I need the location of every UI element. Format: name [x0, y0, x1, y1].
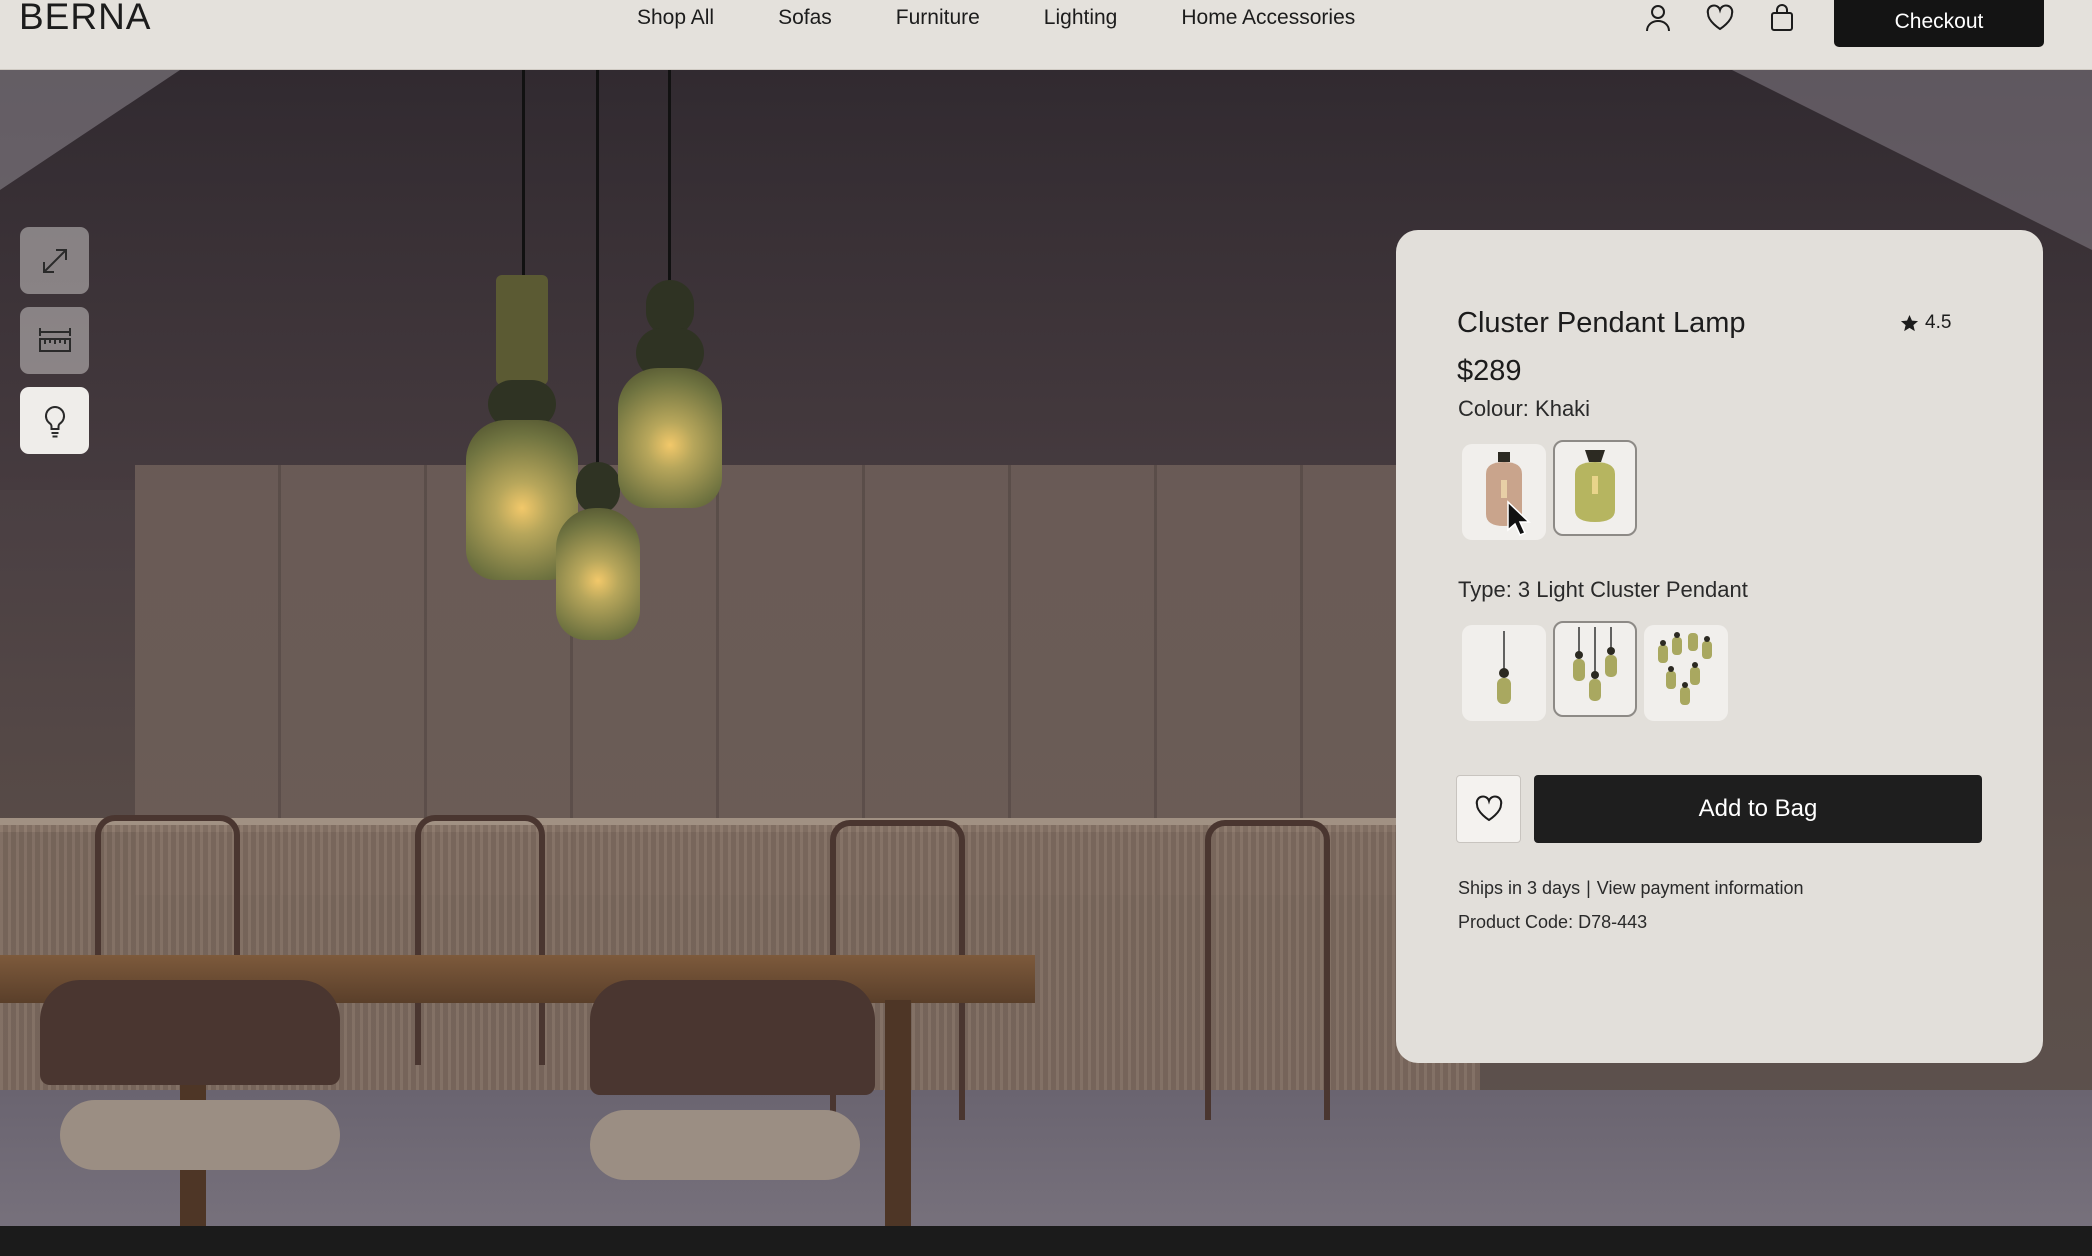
nav-shop-all[interactable]: Shop All — [637, 6, 714, 30]
ships-text: Ships in 3 days — [1458, 878, 1581, 898]
star-icon — [1900, 314, 1919, 331]
product-code: Product Code: D78-443 — [1458, 912, 1648, 932]
add-to-wishlist-button[interactable] — [1456, 775, 1521, 843]
scene-stool — [1205, 820, 1330, 1120]
checkout-button[interactable]: Checkout — [1834, 0, 2044, 47]
main-nav: Shop All Sofas Furniture Lighting Home A… — [637, 6, 1355, 30]
ruler-icon — [38, 327, 71, 352]
wishlist-heart-icon[interactable] — [1703, 0, 1737, 36]
nav-sofas[interactable]: Sofas — [778, 6, 832, 30]
mouse-cursor-icon — [1507, 500, 1531, 536]
scene-pendant-lamp — [618, 368, 722, 508]
lightbulb-icon — [44, 405, 65, 437]
product-price: $289 — [1457, 355, 1522, 387]
scene-stool — [415, 815, 545, 1065]
nav-furniture[interactable]: Furniture — [896, 6, 980, 30]
brand-logo[interactable]: BERNA — [19, 0, 151, 38]
header-icons — [1641, 0, 1799, 36]
scene-chair — [40, 980, 340, 1085]
bottom-bar — [0, 1226, 2092, 1256]
scene-pendant-lamp — [556, 508, 640, 640]
view-payment-info-link[interactable]: View payment information — [1597, 878, 1804, 898]
product-detail-panel: Cluster Pendant Lamp 4.5 $289 Colour: Kh… — [1396, 230, 2043, 1063]
type-option-6-light-cluster[interactable] — [1644, 625, 1728, 721]
type-label: Type: 3 Light Cluster Pendant — [1458, 577, 1748, 602]
scene-lamp-cord — [522, 70, 525, 280]
scene-chair — [590, 980, 875, 1095]
scene-lamp-cap — [576, 462, 620, 514]
scene-table-leg — [885, 1000, 911, 1226]
colour-swatch-blush[interactable] — [1462, 444, 1546, 540]
expand-icon — [42, 248, 67, 273]
scene-chair-seat — [60, 1100, 340, 1170]
scene-lamp-cap — [496, 275, 548, 385]
heart-icon — [1475, 795, 1502, 822]
nav-home-accessories[interactable]: Home Accessories — [1181, 6, 1355, 30]
lighting-toggle-button[interactable] — [20, 387, 89, 454]
expand-view-button[interactable] — [20, 227, 89, 294]
scene-chair-seat — [590, 1110, 860, 1180]
colour-swatch-khaki[interactable] — [1553, 440, 1637, 536]
shopping-bag-icon[interactable] — [1765, 0, 1799, 36]
type-option-single[interactable] — [1462, 625, 1546, 721]
top-navigation-bar: BERNA Shop All Sofas Furniture Lighting … — [0, 0, 2092, 70]
user-icon[interactable] — [1641, 0, 1675, 36]
measure-button[interactable] — [20, 307, 89, 374]
product-rating: 4.5 — [1900, 312, 1951, 334]
separator: | — [1586, 878, 1591, 898]
scene-lamp-cord — [668, 70, 671, 285]
rating-value: 4.5 — [1925, 312, 1952, 333]
add-to-bag-button[interactable]: Add to Bag — [1534, 775, 1982, 843]
type-option-3-light-cluster[interactable] — [1553, 621, 1637, 717]
colour-label: Colour: Khaki — [1458, 396, 1591, 421]
product-title: Cluster Pendant Lamp — [1457, 307, 1746, 339]
shipping-info: Ships in 3 days | View payment information — [1458, 878, 1804, 899]
scene-lamp-cord — [596, 70, 599, 470]
nav-lighting[interactable]: Lighting — [1044, 6, 1118, 30]
